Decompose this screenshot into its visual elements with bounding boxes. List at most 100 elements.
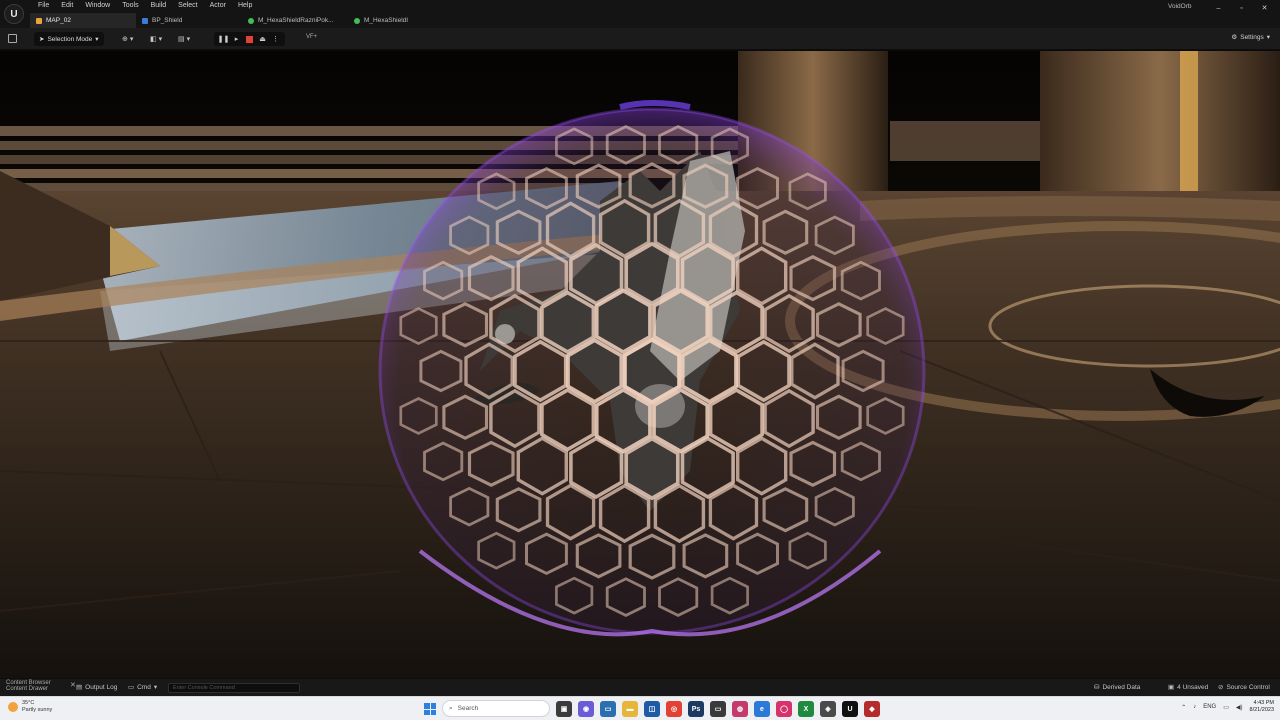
search-icon: ⌕	[449, 704, 453, 712]
weather-widget[interactable]: 35°C Partly sunny	[8, 700, 52, 714]
derived-data-label: Derived Data	[1102, 683, 1141, 691]
step-button[interactable]: ▸	[230, 33, 243, 45]
tab-material-1[interactable]: M_HexaShieldRazniPok...	[242, 13, 348, 28]
blueprint-icon	[142, 17, 148, 24]
settings-button[interactable]: ⚙ Settings ▾	[1231, 33, 1270, 42]
taskbar-search[interactable]: ⌕ Search	[442, 700, 550, 717]
chevron-down-icon: ▾	[95, 36, 99, 43]
gear-icon: ⚙	[1231, 34, 1238, 41]
menu-help[interactable]: Help	[232, 1, 258, 11]
photoshop-icon[interactable]: Ps	[688, 701, 704, 717]
database-icon: ⛁	[1094, 684, 1100, 691]
blueprint-button[interactable]: ◧ ▾	[150, 33, 162, 44]
volume-icon[interactable]: ◀)	[1236, 704, 1243, 711]
stop-button[interactable]	[243, 33, 256, 45]
unreal-engine-icon[interactable]: U	[842, 701, 858, 717]
tab-material-2[interactable]: M_HexaShieldI	[348, 13, 454, 28]
unreal-logo-icon[interactable]: U	[4, 4, 24, 24]
output-log-label: Output Log	[85, 683, 118, 691]
microphone-icon[interactable]: ♪	[1193, 704, 1196, 710]
title-bar: U File Edit Window Tools Build Select Ac…	[0, 0, 1280, 28]
system-tray: ⌃ ♪ ENG ▭ ◀) 4:43 PM 8/21/2023	[1181, 700, 1274, 714]
output-log-button[interactable]: ▤ Output Log	[76, 683, 118, 692]
app-icon-red[interactable]: ◆	[864, 701, 880, 717]
windows-start-icon[interactable]	[424, 703, 436, 715]
menu-file[interactable]: File	[32, 1, 55, 11]
more-options-icon[interactable]: ⋮	[269, 33, 282, 45]
chat-icon[interactable]: ◉	[578, 701, 594, 717]
weather-temp: 35°C	[22, 700, 35, 706]
console-command-input[interactable]: Enter Console Command	[168, 683, 300, 693]
derived-data-button[interactable]: ⛁ Derived Data	[1094, 683, 1141, 692]
source-control-icon: ⊘	[1218, 684, 1224, 691]
chevron-down-icon: ▾	[158, 35, 163, 43]
add-content-button[interactable]: ⊕ ▾	[122, 33, 133, 44]
chevron-down-icon: ▾	[186, 35, 191, 43]
menu-select[interactable]: Select	[172, 1, 203, 11]
chevron-up-icon[interactable]: ⌃	[1181, 704, 1186, 711]
menu-tools[interactable]: Tools	[116, 1, 144, 11]
edge-icon[interactable]: e	[754, 701, 770, 717]
chevron-down-icon: ▾	[153, 684, 158, 691]
material-icon	[248, 17, 254, 24]
chevron-down-icon: ▾	[129, 35, 134, 43]
log-icon: ▤	[76, 684, 83, 691]
viewport-scene	[0, 51, 1280, 678]
cmd-dropdown[interactable]: ▭ Cmd ▾	[128, 683, 158, 692]
weather-text: 35°C Partly sunny	[22, 700, 52, 714]
xbox-icon[interactable]: ◈	[820, 701, 836, 717]
language-indicator[interactable]: ENG	[1203, 704, 1216, 710]
pause-button[interactable]: ❚❚	[217, 33, 230, 45]
content-drawer-button[interactable]: Content Drawer	[6, 686, 51, 692]
source-control-button[interactable]: ⊘ Source Control	[1218, 683, 1270, 692]
clock[interactable]: 4:43 PM 8/21/2023	[1250, 700, 1274, 714]
tab-label: MAP_02	[46, 17, 71, 24]
unsaved-button[interactable]: ▣ 4 Unsaved	[1168, 683, 1209, 692]
save-icon[interactable]	[8, 34, 17, 43]
chevron-down-icon: ▾	[1266, 34, 1270, 41]
clock-date: 8/21/2023	[1249, 707, 1274, 713]
close-button[interactable]: ✕	[1253, 2, 1276, 14]
monitor-icon[interactable]: ▭	[710, 701, 726, 717]
settings-label: Settings	[1240, 33, 1264, 41]
cmd-label: Cmd	[137, 683, 151, 691]
level-viewport[interactable]	[0, 51, 1280, 678]
file-explorer-icon[interactable]: ▬	[622, 701, 638, 717]
menu-actor[interactable]: Actor	[204, 1, 232, 11]
excel-icon[interactable]: X	[798, 701, 814, 717]
chrome-icon[interactable]: ◎	[666, 701, 682, 717]
menu-bar: File Edit Window Tools Build Select Acto…	[32, 1, 258, 11]
vf-toggle[interactable]: VF+	[306, 34, 317, 40]
clock-time: 4:43 PM	[1253, 700, 1274, 706]
app-icon-pink[interactable]: ◍	[732, 701, 748, 717]
menu-build[interactable]: Build	[145, 1, 173, 11]
stop-icon	[246, 35, 253, 43]
clapperboard-icon: ▤	[178, 35, 185, 43]
project-name: VoidOrb	[1168, 3, 1192, 10]
store-icon[interactable]: ◫	[644, 701, 660, 717]
main-toolbar: ➤ Selection Mode ▾ ⊕ ▾ ◧ ▾ ▤ ▾ ❚❚ ▸ ⏏ ⋮ VF+…	[0, 28, 1280, 50]
material-icon	[354, 17, 360, 24]
source-control-label: Source Control	[1226, 683, 1270, 691]
editor-status-bar: Content Browser Content Drawer ✕ ▤ Outpu…	[0, 678, 1280, 696]
maximize-button[interactable]: ▫	[1230, 2, 1253, 14]
cursor-icon: ➤	[39, 36, 45, 43]
menu-edit[interactable]: Edit	[55, 1, 79, 11]
terminal-icon: ▭	[128, 684, 135, 691]
cinematics-button[interactable]: ▤ ▾	[178, 33, 190, 44]
mode-label: Selection Mode	[47, 35, 93, 43]
tab-label: M_HexaShieldRazniPok...	[258, 17, 334, 24]
unsaved-label: 4 Unsaved	[1177, 683, 1209, 691]
folder-icon[interactable]: ▭	[600, 701, 616, 717]
selection-mode-dropdown[interactable]: ➤ Selection Mode ▾	[34, 32, 104, 46]
menu-window[interactable]: Window	[79, 1, 116, 11]
minimize-button[interactable]: –	[1207, 2, 1230, 14]
app-icon-circle[interactable]: ◯	[776, 701, 792, 717]
add-actor-icon: ⊕	[122, 35, 128, 43]
tab-map[interactable]: MAP_02	[30, 13, 136, 28]
close-icon[interactable]: ✕	[70, 681, 76, 689]
task-view-icon[interactable]: ▣	[556, 701, 572, 717]
tab-bp-shield[interactable]: BP_Shield	[136, 13, 242, 28]
eject-button[interactable]: ⏏	[256, 33, 269, 45]
network-icon[interactable]: ▭	[1223, 704, 1229, 711]
